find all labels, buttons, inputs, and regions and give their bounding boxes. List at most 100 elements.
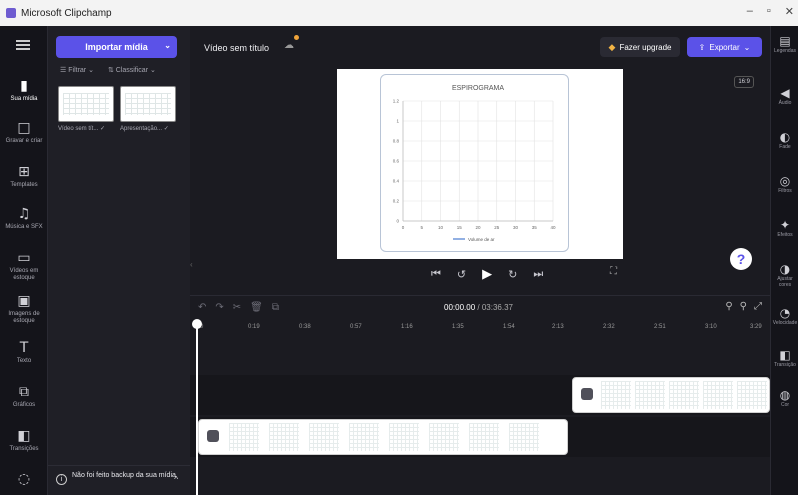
rail-item-adjust-colors[interactable]: ◑ Ajustar cores: [771, 262, 798, 288]
cloud-sync-icon[interactable]: ☁: [284, 40, 294, 51]
speed-icon: ◔: [779, 306, 791, 320]
rail-item-transitions[interactable]: ◧ Transições: [0, 428, 48, 453]
rail-item-filters[interactable]: ◎ Filtros: [771, 174, 798, 194]
fit-timeline-icon[interactable]: ⤢: [754, 301, 762, 312]
timeline-ruler[interactable]: 0 0:19 0:38 0:57 1:16 1:35 1:54 2:13 2:3…: [190, 319, 770, 339]
filter-sort-row: ☰ Filtrar ⌄ ⇅ Classificar ⌄: [60, 66, 156, 74]
record-camera-icon: □: [17, 120, 31, 136]
preview-area: ‹ ESPIROGRAMA 0 5 10 15 20 25 30 35 40 0 0.2 0.4 0.6 0…: [190, 68, 770, 292]
timeline-clip-upper[interactable]: [572, 377, 770, 413]
clip-frame: [269, 423, 299, 451]
rail-item-speed[interactable]: ◔ Velocidade: [771, 306, 798, 326]
clip-frame: [601, 381, 631, 409]
rail-item-text[interactable]: T Texto: [0, 340, 48, 365]
window-controls: – ▫ ✕: [747, 5, 794, 18]
rail-item-audio[interactable]: ◀ Áudio: [771, 86, 798, 106]
media-thumbnail[interactable]: [120, 86, 176, 122]
transitions-icon: ◧: [17, 428, 31, 444]
rail-item-fade[interactable]: ◐ Fade: [771, 130, 798, 150]
delete-icon[interactable]: 🗑: [250, 302, 263, 313]
help-button[interactable]: ?: [730, 248, 752, 270]
rail-item-record-create[interactable]: □ Gravar e criar: [0, 120, 48, 145]
media-thumbnail[interactable]: [58, 86, 114, 122]
chevron-down-icon[interactable]: ⌄: [164, 41, 171, 50]
x-tick-label: 10: [438, 225, 444, 230]
rail-item-label: Imagens de estoque: [8, 311, 40, 324]
rail-item-captions[interactable]: ▤ Legendas: [771, 34, 798, 54]
stock-video-icon: ▭: [17, 250, 31, 266]
project-title[interactable]: Vídeo sem título: [204, 43, 269, 53]
aspect-ratio-button[interactable]: 16:9: [734, 76, 754, 88]
collapse-panel-icon[interactable]: ‹: [190, 260, 193, 269]
chevron-up-icon[interactable]: ^: [174, 475, 178, 484]
menu-icon[interactable]: [16, 40, 30, 50]
rail-item-feedback[interactable]: ◌: [0, 471, 48, 489]
backup-status[interactable]: i Não foi feito backup da sua mídia ^: [48, 465, 190, 495]
zoom-out-icon[interactable]: ⚲: [725, 301, 732, 312]
effects-icon: ✦: [779, 218, 791, 232]
skip-back-icon[interactable]: ⏮: [431, 268, 441, 281]
rail-item-effects[interactable]: ✦ Efeitos: [771, 218, 798, 238]
rail-item-graphics[interactable]: ⧉ Gráficos: [0, 384, 48, 409]
sort-button[interactable]: ⇅ Classificar ⌄: [108, 66, 156, 74]
fullscreen-icon[interactable]: ⛶: [610, 266, 617, 277]
clip-frame: [635, 381, 665, 409]
filter-label: Filtrar: [68, 67, 87, 74]
zoom-tools: ⚲ ⚲ ⤢: [725, 301, 762, 312]
filters-icon: ◎: [779, 174, 791, 188]
playhead[interactable]: [196, 322, 198, 495]
close-button[interactable]: ✕: [785, 5, 794, 18]
x-tick-label: 15: [457, 225, 463, 230]
undo-icon[interactable]: ↶: [198, 302, 206, 313]
spirogram-chart: ESPIROGRAMA 0 5 10 15 20 25 30 35 40 0 0.2 0.4 0.6 0.8…: [393, 85, 556, 242]
clip-frame: [349, 423, 379, 451]
upload-icon: ⇪: [698, 42, 706, 52]
preview-canvas[interactable]: ESPIROGRAMA 0 5 10 15 20 25 30 35 40 0 0.2 0.4 0.6 0.8…: [337, 69, 623, 259]
sort-label: Classificar: [115, 67, 149, 74]
media-panel: Importar mídia ⌄ ☰ Filtrar ⌄ ⇅ Classific…: [48, 26, 190, 495]
total-time: / 03:36.37: [477, 303, 513, 312]
clip-frame: [469, 423, 499, 451]
clip-frame: [429, 423, 459, 451]
filter-button[interactable]: ☰ Filtrar ⌄: [60, 66, 94, 74]
x-tick-label: 40: [550, 225, 556, 230]
split-icon[interactable]: ✂: [233, 302, 241, 313]
y-tick-label: 0: [396, 219, 399, 224]
rewind-5s-icon[interactable]: ↺: [457, 268, 466, 281]
play-icon[interactable]: ▶: [482, 266, 492, 282]
clip-frame: [389, 423, 419, 451]
rail-item-stock-images[interactable]: ▣ Imagens de estoque: [0, 293, 48, 325]
rail-item-transition[interactable]: ◧ Transição: [771, 348, 798, 368]
minimize-button[interactable]: –: [747, 5, 753, 18]
timeline-clip-lower[interactable]: [198, 419, 568, 455]
rail-item-your-media[interactable]: ▮ Sua mídia: [0, 78, 48, 103]
upgrade-button[interactable]: ◆ Fazer upgrade: [600, 37, 680, 57]
duplicate-icon[interactable]: ⧉: [272, 302, 279, 313]
rail-item-templates[interactable]: ⊞ Templates: [0, 164, 48, 189]
chart-frame: ESPIROGRAMA 0 5 10 15 20 25 30 35 40 0 0.2 0.4 0.6 0.8…: [380, 74, 569, 252]
rail-item-music-sfx[interactable]: ♫ Música e SFX: [0, 206, 48, 231]
rail-item-label: Texto: [16, 358, 32, 364]
ruler-tick: 3:10: [705, 324, 717, 330]
clip-type-icon: [581, 388, 593, 400]
skip-forward-icon[interactable]: ⏭: [533, 268, 543, 281]
ruler-tick: 0:38: [299, 324, 311, 330]
clipchamp-window: Microsoft Clipchamp – ▫ ✕ ▮ Sua mídia □ …: [0, 0, 798, 495]
media-item-label: Vídeo sem tít... ✓: [58, 126, 106, 132]
feedback-icon: ◌: [17, 471, 31, 487]
rail-item-stock-video[interactable]: ▭ Vídeos em estoque: [0, 250, 48, 282]
export-label: Exportar: [709, 42, 740, 52]
redo-icon[interactable]: ↷: [215, 302, 223, 313]
rail-item-label: Cor: [780, 402, 790, 408]
zoom-in-icon[interactable]: ⚲: [740, 301, 747, 312]
rail-item-color[interactable]: ◍ Cor: [771, 388, 798, 408]
timecode: 00:00.00 / 03:36.37: [444, 303, 513, 312]
export-button[interactable]: ⇪ Exportar ⌄: [687, 37, 762, 57]
import-media-button[interactable]: Importar mídia ⌄: [56, 36, 177, 58]
music-note-icon: ♫: [17, 206, 31, 222]
maximize-button[interactable]: ▫: [767, 5, 771, 18]
forward-5s-icon[interactable]: ↻: [508, 268, 517, 281]
rail-item-label: Filtros: [778, 188, 792, 194]
ruler-tick: 1:16: [401, 324, 413, 330]
y-tick-label: 0.4: [393, 179, 400, 184]
